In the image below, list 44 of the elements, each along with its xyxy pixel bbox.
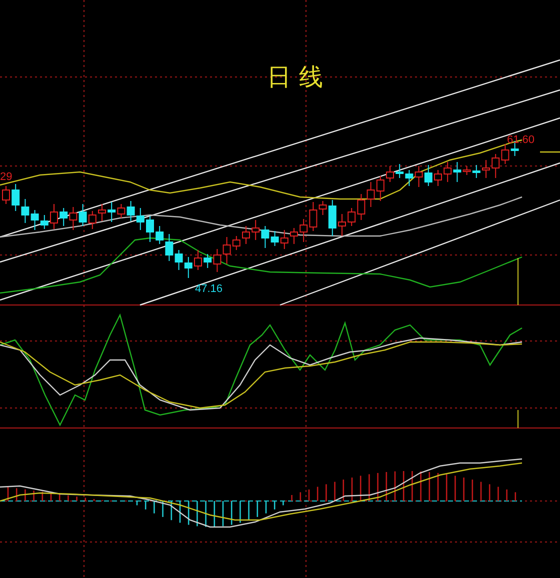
chart-title: 日 线 — [267, 63, 323, 91]
candlestick — [280, 230, 288, 250]
candlestick — [444, 162, 452, 182]
candlestick — [184, 256, 192, 278]
candlestick — [386, 166, 394, 182]
candlestick — [12, 184, 20, 212]
candlestick — [78, 204, 87, 226]
candlestick — [69, 206, 78, 230]
candlestick — [108, 202, 116, 222]
candlestick — [300, 218, 308, 242]
candlestick — [98, 204, 106, 222]
candlestick — [434, 170, 442, 186]
candlestick — [482, 160, 490, 178]
candlestick — [88, 210, 96, 230]
candlestick — [242, 226, 250, 244]
candlestick — [30, 210, 39, 230]
candlestick — [501, 144, 510, 164]
candlestick — [366, 182, 375, 208]
price-label: 29 — [0, 171, 12, 183]
candlestick — [396, 164, 404, 178]
price-marker-line — [540, 151, 560, 153]
candlestick — [414, 166, 423, 188]
candlestick — [40, 214, 48, 230]
price-label: 61.60 — [507, 134, 535, 146]
candlestick — [492, 154, 500, 178]
candlestick — [376, 176, 384, 202]
candlestick — [136, 208, 144, 230]
candlestick — [348, 208, 356, 226]
candlestick — [338, 214, 346, 236]
price-label: 47.16 — [195, 283, 223, 295]
candlestick — [146, 216, 154, 242]
candlestick — [50, 204, 58, 230]
candlestick — [357, 194, 366, 220]
candlestick — [290, 228, 298, 244]
candlestick — [472, 164, 480, 178]
candlestick — [252, 220, 260, 240]
candlestick — [405, 170, 414, 186]
candlestick — [424, 164, 432, 186]
candlestick — [21, 198, 30, 224]
candlestick — [60, 208, 68, 226]
candlestick — [117, 204, 126, 218]
candlestick — [194, 250, 202, 270]
candlestick — [126, 200, 135, 222]
candlestick — [174, 250, 183, 270]
